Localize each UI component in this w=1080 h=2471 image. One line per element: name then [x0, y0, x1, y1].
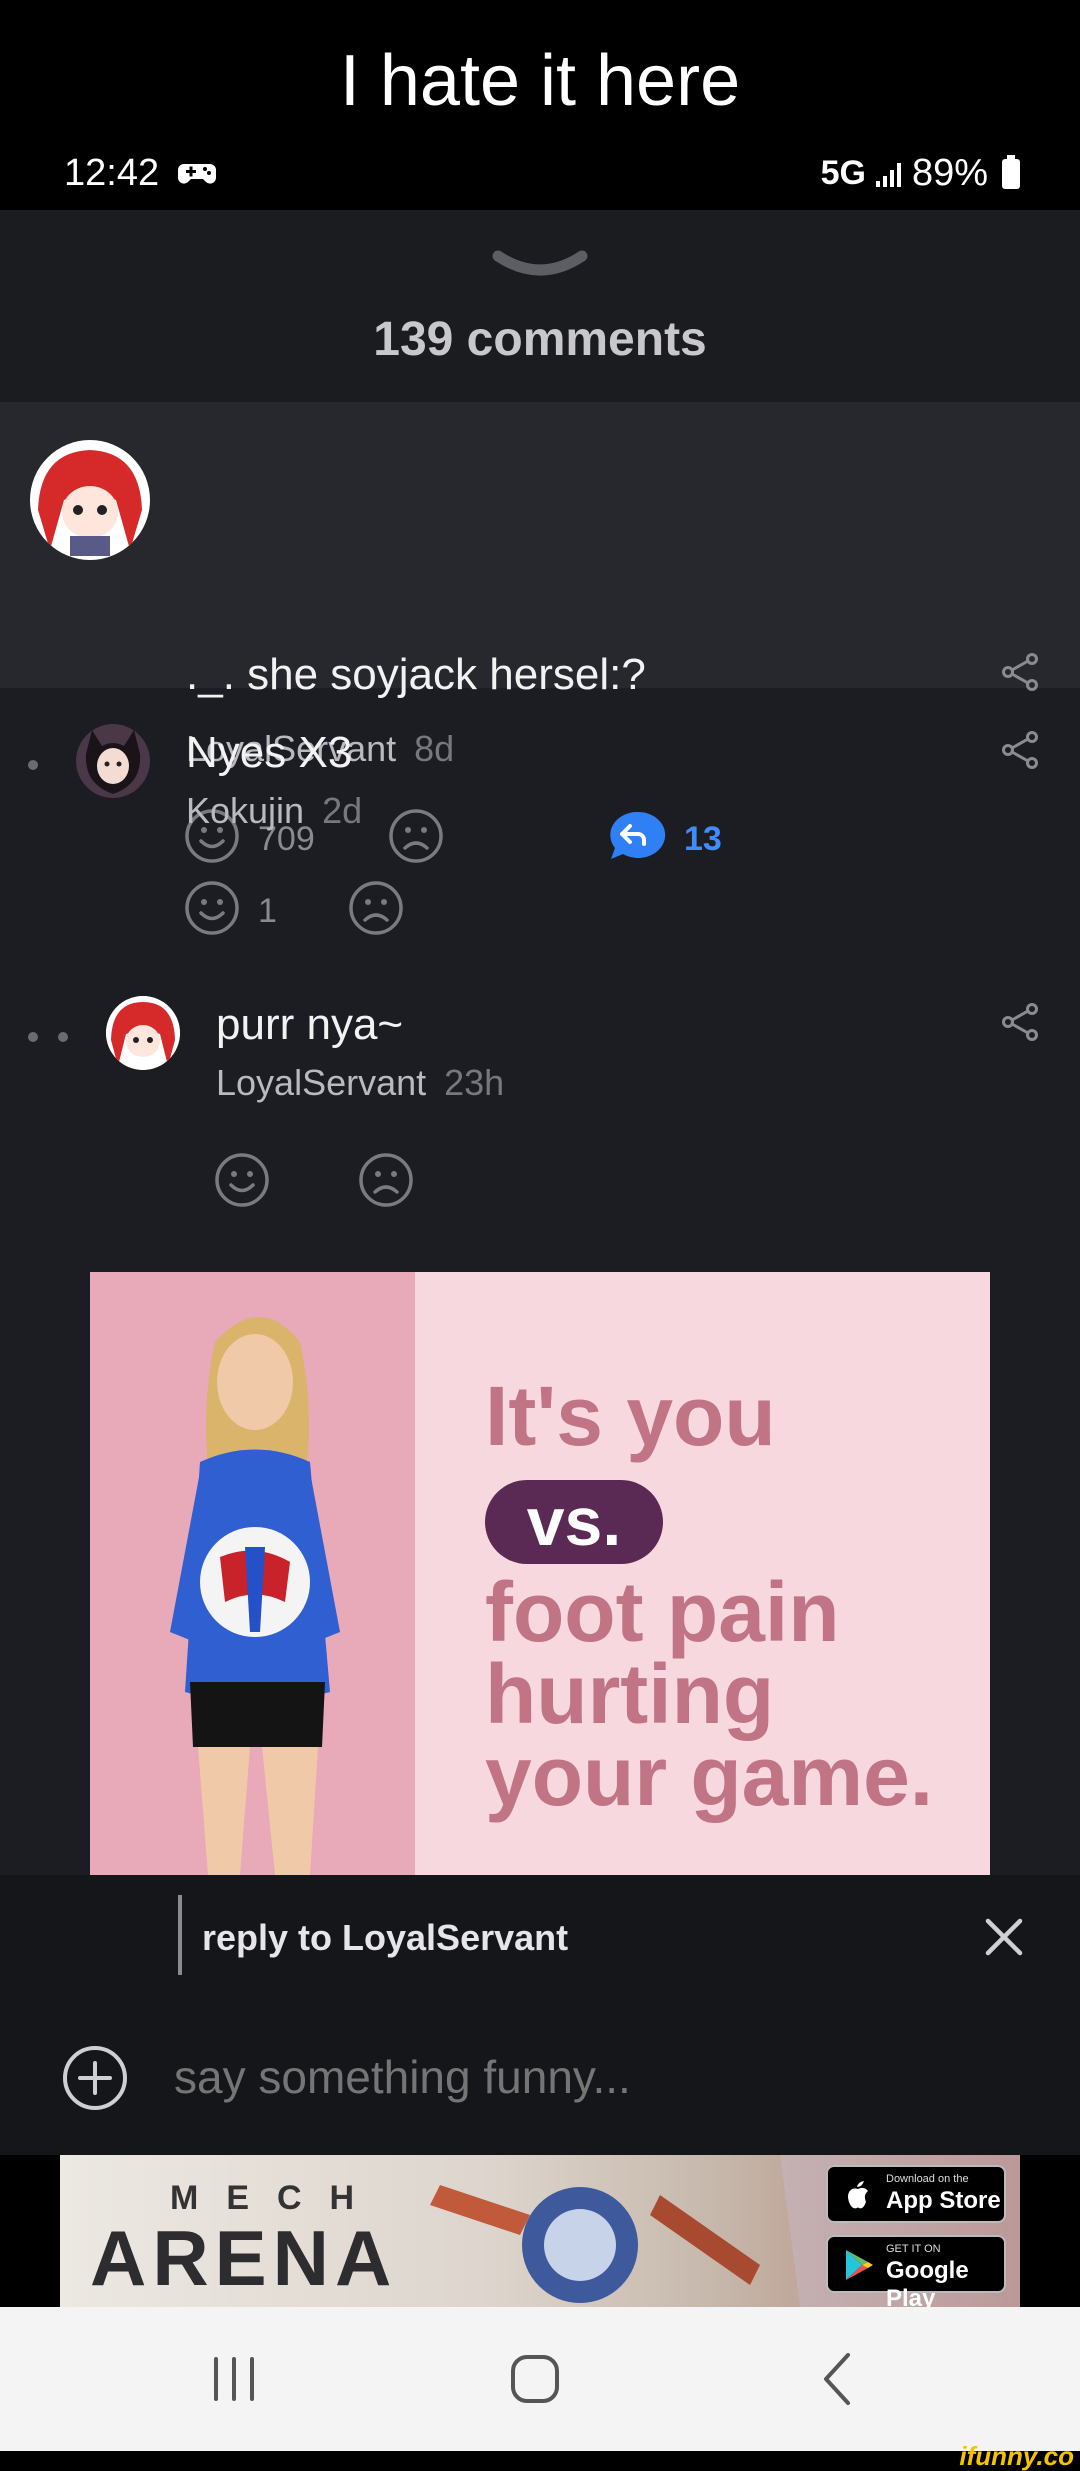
status-time: 12:42 [64, 152, 160, 194]
share-icon[interactable] [1000, 652, 1040, 692]
google-play-icon [846, 2250, 873, 2280]
share-icon[interactable] [1000, 730, 1040, 770]
frown-icon[interactable] [388, 808, 444, 864]
comment-age: 23h [444, 1062, 505, 1103]
google-play-small-text: GET IT ON [886, 2243, 941, 2255]
apple-icon [848, 2181, 868, 2209]
close-icon[interactable] [982, 1915, 1026, 1959]
ad-headline-4: hurting [485, 1647, 775, 1741]
reply-indicator-line [178, 1895, 182, 1975]
comment-username[interactable]: LoyalServant [216, 1062, 426, 1103]
comment-meta: LoyalServant 23h [216, 1062, 504, 1104]
recents-icon[interactable] [194, 2347, 274, 2411]
ad-photo-area [90, 1272, 415, 1875]
comment-text: ._. she soyjack hersel:? [186, 650, 646, 699]
plus-circle-icon[interactable] [62, 2045, 128, 2111]
like-count: 1 [258, 892, 277, 930]
app-store-small-text: Download on the [886, 2173, 969, 2185]
caption-text: I hate it here [339, 41, 741, 121]
avatar[interactable] [30, 440, 150, 560]
banner-ad-creative[interactable]: MECH ARENA Download on the App Store GET… [60, 2155, 1020, 2307]
battery-icon [1002, 154, 1020, 189]
athlete-illustration [170, 1317, 340, 1875]
share-icon[interactable] [1000, 1002, 1040, 1042]
battery-percent: 89% [911, 152, 988, 194]
comment-count: 139 comments [373, 313, 707, 366]
frown-icon[interactable] [358, 1152, 414, 1208]
back-icon[interactable] [798, 2347, 878, 2411]
system-nav-bar [0, 2307, 1080, 2451]
google-play-text: Google Play [886, 2257, 969, 2307]
reply-to-label: reply to LoyalServant [202, 1917, 569, 1958]
comment-input[interactable] [174, 2047, 994, 2107]
home-icon[interactable] [495, 2347, 575, 2411]
ad-headline-5: your game. [485, 1729, 934, 1823]
ad-image[interactable]: It's you vs. foot pain hurting your game… [90, 1272, 990, 1875]
smile-icon[interactable] [184, 880, 240, 936]
ad-vs-pill: vs. [485, 1480, 663, 1564]
reply-composer: reply to LoyalServant [0, 1875, 1080, 2155]
watermark-text: ifunny.co [959, 2441, 1074, 2471]
comment-meta: Kokujin 2d [186, 790, 362, 832]
thread-depth-dot [28, 760, 38, 770]
comments-sheet: 139 comments ._. she soyjack hersel:? Lo… [0, 210, 1080, 1875]
banner-ad[interactable]: MECH ARENA Download on the App Store GET… [0, 2155, 1080, 2307]
reply-count[interactable]: 13 [684, 820, 722, 859]
network-label: 5G [820, 154, 866, 192]
avatar[interactable] [106, 996, 180, 1070]
smile-icon[interactable] [214, 1152, 270, 1208]
status-right: 5G 89% [821, 152, 1020, 195]
reply-icon[interactable] [608, 810, 666, 860]
comment-highlighted [0, 402, 1080, 688]
comment-age: 8d [414, 728, 455, 769]
status-bar: 12:42 5G 89% [0, 140, 1080, 210]
thread-depth-dot [58, 1032, 68, 1042]
frown-icon[interactable] [348, 880, 404, 936]
signal-icon [875, 162, 901, 187]
app-store-button[interactable]: Download on the App Store [826, 2165, 1006, 2223]
sheet-header: 139 comments [0, 210, 1080, 402]
avatar[interactable] [76, 724, 150, 798]
watermark-strip: ifunny.co [0, 2441, 1080, 2471]
collapse-chevron-icon[interactable] [490, 246, 590, 286]
game-controller-icon [178, 164, 216, 184]
google-play-button[interactable]: GET IT ON Google Play [826, 2235, 1006, 2307]
comment-text: Nyes X3 [186, 728, 353, 777]
comment-username[interactable]: Kokujin [186, 790, 304, 831]
banner-title-large: ARENA [90, 2214, 398, 2302]
app-store-text: App Store [886, 2187, 1001, 2214]
ad-headline-1: It's you [485, 1369, 776, 1463]
thread-depth-dot [28, 1032, 38, 1042]
comment-age: 2d [322, 790, 363, 831]
ad-headline-3: foot pain [485, 1565, 840, 1659]
comment-text: purr nya~ [216, 1000, 404, 1049]
